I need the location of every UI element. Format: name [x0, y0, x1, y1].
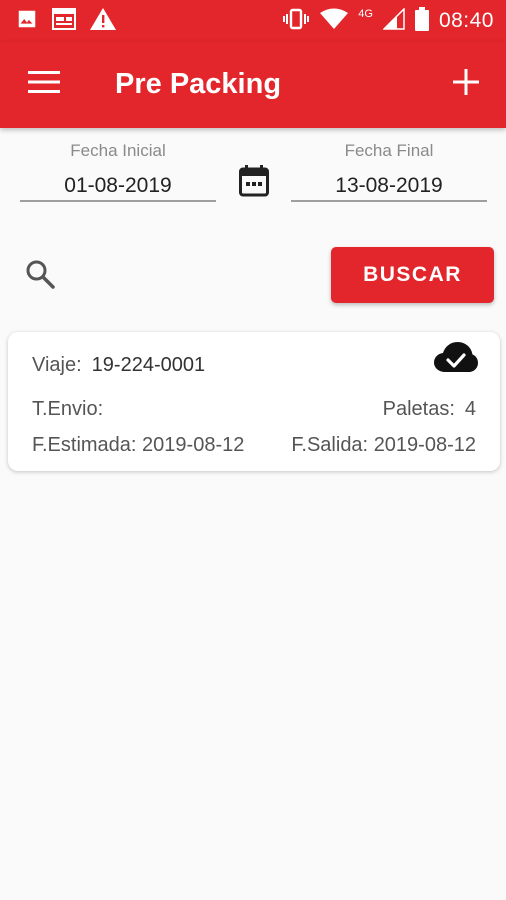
warning-icon: [90, 7, 116, 35]
menu-button[interactable]: [22, 64, 66, 104]
search-button[interactable]: [18, 254, 62, 298]
app-bar: Pre Packing: [0, 42, 506, 128]
shipment-type: T.Envio:: [32, 398, 103, 421]
calendar-icon: [239, 164, 269, 202]
clock: 08:40: [438, 9, 494, 32]
vibrate-icon: [282, 8, 310, 35]
trip-number-value: 19-224-0001: [91, 354, 206, 376]
pallets-count: Paletas: 4: [383, 398, 476, 421]
end-date-label: Fecha Final: [344, 141, 434, 160]
hamburger-menu-icon: [28, 70, 60, 99]
cloud-done-icon: [434, 342, 478, 374]
buscar-button[interactable]: BUSCAR: [331, 247, 494, 303]
network-type-label: 4G: [358, 8, 373, 20]
battery-icon: [414, 6, 429, 36]
start-date-input[interactable]: 01-08-2019: [20, 170, 216, 202]
end-date-field[interactable]: Fecha Final 13-08-2019: [291, 140, 487, 202]
image-icon: [16, 8, 38, 35]
search-icon: [25, 259, 55, 294]
estimated-date-value: 2019-08-12: [142, 434, 245, 456]
status-bar: 4G 08:40: [0, 0, 506, 42]
end-date-input[interactable]: 13-08-2019: [291, 170, 487, 202]
signal-icon: [382, 6, 405, 35]
pallets-value: 4: [464, 398, 476, 420]
wifi-icon: [320, 8, 349, 35]
shipment-type-label: T.Envio:: [32, 398, 104, 420]
page-title: Pre Packing: [115, 68, 282, 100]
start-date-label: Fecha Inicial: [70, 141, 166, 160]
start-date-field[interactable]: Fecha Inicial 01-08-2019: [20, 140, 216, 202]
pallets-label: Paletas:: [382, 398, 455, 420]
trip-number-label: Viaje:: [32, 354, 82, 376]
trip-card[interactable]: Viaje: 19-224-0001 T.Envio: Paletas: 4 F.E…: [8, 332, 500, 471]
notification-icons: [16, 7, 116, 35]
departure-date: F.Salida: 2019-08-12: [291, 434, 476, 457]
calendar-icon: [52, 7, 76, 35]
estimated-date: F.Estimada: 2019-08-12: [32, 434, 244, 457]
departure-date-label: F.Salida:: [291, 434, 369, 456]
plus-icon: [453, 68, 479, 100]
calendar-button[interactable]: [234, 163, 274, 203]
system-icons: 4G 08:40: [282, 6, 494, 36]
add-button[interactable]: [444, 62, 488, 106]
estimated-date-label: F.Estimada:: [32, 434, 137, 456]
trip-number: Viaje: 19-224-0001: [32, 354, 205, 377]
departure-date-value: 2019-08-12: [373, 434, 476, 456]
